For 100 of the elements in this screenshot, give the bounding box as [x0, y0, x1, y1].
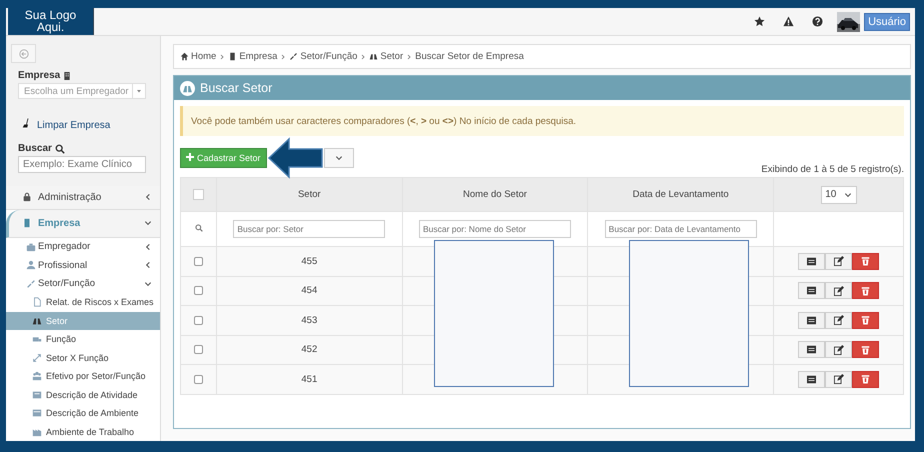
- delete-button[interactable]: [852, 370, 879, 388]
- menu-item-icon: [32, 390, 42, 400]
- search-field[interactable]: Exemplo: Exame Clínico: [18, 156, 146, 173]
- filter-field[interactable]: Buscar por: Setor: [233, 220, 386, 238]
- trash-icon: [861, 315, 870, 326]
- back-arrow-icon: [18, 48, 28, 59]
- column-header: Setor: [216, 178, 402, 212]
- trash-icon: [861, 344, 870, 355]
- row-checkbox[interactable]: [194, 345, 203, 354]
- panel-title: Buscar Setor: [200, 81, 272, 95]
- table-cell: 451: [216, 364, 402, 394]
- edit-button[interactable]: [825, 252, 852, 270]
- home-icon: [180, 52, 189, 61]
- menu-item-icon: [32, 297, 42, 308]
- separator-icon: [360, 54, 366, 60]
- menu-item[interactable]: Setor/Função: [6, 274, 160, 294]
- menu-item-icon: [32, 352, 42, 363]
- trash-icon: [861, 374, 870, 384]
- binoculars-icon: [369, 52, 378, 61]
- chevron-down-icon: [144, 280, 152, 288]
- details-button[interactable]: [798, 282, 825, 300]
- menu-item[interactable]: Empregador: [6, 238, 160, 256]
- wand-icon: [289, 52, 298, 61]
- separator-icon: [406, 54, 412, 60]
- edit-button[interactable]: [825, 341, 852, 358]
- edit-button[interactable]: [825, 312, 852, 329]
- menu-item-icon: [32, 426, 42, 437]
- search-icon: [54, 144, 65, 154]
- edit-icon: [834, 256, 844, 266]
- warning-icon: [783, 16, 794, 27]
- edit-icon: [834, 374, 844, 384]
- menu-item-icon: [26, 260, 36, 270]
- breadcrumb-link[interactable]: Home: [180, 51, 216, 62]
- edit-icon: [834, 315, 844, 326]
- row-checkbox[interactable]: [194, 374, 203, 384]
- trash-icon: [861, 286, 870, 296]
- edit-button[interactable]: [825, 282, 852, 300]
- details-button[interactable]: [798, 312, 825, 329]
- breadcrumb-link[interactable]: Setor/Função: [289, 51, 358, 62]
- caret-icon: [136, 88, 142, 94]
- delete-button[interactable]: [852, 282, 879, 300]
- edit-icon: [834, 344, 844, 355]
- menu-item-icon: [32, 316, 42, 326]
- annotation-arrow: [267, 137, 324, 179]
- details-button[interactable]: [798, 252, 825, 270]
- star-icon: [754, 16, 766, 27]
- table-cell: 454: [216, 276, 402, 306]
- select-all-checkbox[interactable]: [193, 188, 204, 200]
- menu-item-icon: [22, 218, 32, 228]
- breadcrumb-link[interactable]: Setor: [369, 51, 404, 62]
- filter-field[interactable]: Buscar por: Nome do Setor: [418, 220, 571, 238]
- details-button[interactable]: [798, 341, 825, 358]
- chevron-down-icon: [144, 219, 152, 228]
- menu-item[interactable]: Efetivo por Setor/Função: [6, 367, 160, 386]
- trash-icon: [861, 256, 870, 266]
- column-header: Data de Levantamento: [588, 178, 774, 212]
- details-button[interactable]: [798, 370, 825, 388]
- menu-item[interactable]: Descrição de Ambiente: [6, 404, 160, 423]
- delete-button[interactable]: [852, 252, 879, 270]
- list-icon: [806, 345, 817, 354]
- row-checkbox[interactable]: [194, 316, 203, 325]
- clear-company-link[interactable]: Limpar Empresa: [37, 120, 110, 132]
- list-icon: [806, 286, 817, 296]
- table-cell: 452: [216, 335, 402, 364]
- table-cell: 453: [216, 306, 402, 335]
- chevron-left-icon: [144, 261, 152, 270]
- menu-item[interactable]: Profissional: [6, 256, 160, 275]
- breadcrumb-link[interactable]: Empresa: [228, 51, 278, 62]
- separator-icon: [219, 54, 226, 60]
- chevron-left-icon: [144, 242, 152, 251]
- logo[interactable]: Sua Logo Aqui.: [8, 8, 94, 35]
- plus-icon: [186, 153, 194, 161]
- menu-item-icon: [22, 192, 32, 202]
- help-icon: [812, 16, 824, 27]
- row-checkbox[interactable]: [194, 286, 203, 296]
- list-icon: [806, 256, 817, 266]
- edit-button[interactable]: [825, 370, 852, 388]
- list-icon: [806, 374, 817, 384]
- row-checkbox[interactable]: [194, 256, 203, 266]
- binoculars-icon: [180, 80, 195, 96]
- filter-field[interactable]: Buscar por: Data de Levantamento: [604, 220, 757, 238]
- search-label: Buscar: [18, 143, 52, 154]
- breadcrumb-link[interactable]: Buscar Setor de Empresa: [415, 51, 524, 62]
- table-cell: 455: [216, 246, 402, 276]
- menu-item[interactable]: Descrição de Atividade: [6, 386, 160, 404]
- menu-item[interactable]: Administração: [6, 186, 160, 210]
- menu-item[interactable]: Setor X Função: [6, 348, 160, 368]
- menu-item[interactable]: Função: [6, 330, 160, 349]
- menu-item-icon: [32, 371, 42, 382]
- company-label: Empresa: [18, 70, 60, 82]
- menu-item[interactable]: Ambiente de Trabalho: [6, 422, 160, 441]
- edit-icon: [834, 286, 844, 296]
- delete-button[interactable]: [852, 341, 879, 358]
- search-icon: [194, 224, 202, 232]
- list-icon: [806, 316, 817, 325]
- column-header: Nome do Setor: [402, 178, 588, 212]
- delete-button[interactable]: [852, 312, 879, 329]
- chevron-down-icon: [335, 154, 343, 162]
- page-size-select[interactable]: 10: [820, 186, 856, 204]
- menu-item[interactable]: Relat. de Riscos x Exames: [6, 293, 160, 312]
